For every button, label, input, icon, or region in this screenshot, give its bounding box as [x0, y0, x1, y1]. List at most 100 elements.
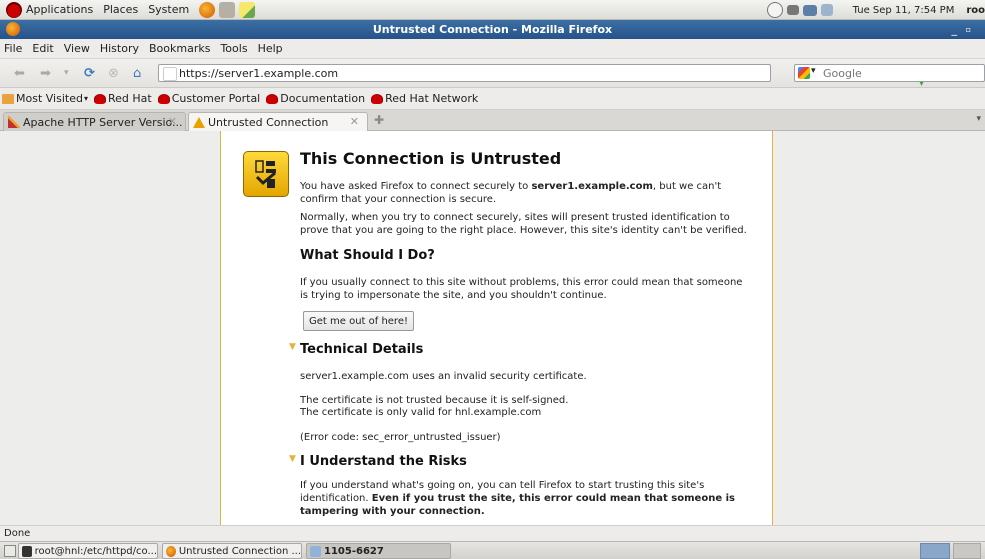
- minimize-button[interactable]: _: [952, 20, 958, 39]
- task-label: 1105-6627: [324, 545, 384, 557]
- site-identity-icon[interactable]: [163, 67, 177, 81]
- task-label: Untrusted Connection ...: [178, 545, 301, 557]
- apache-feather-icon: [8, 116, 20, 128]
- menu-tools[interactable]: Tools: [220, 42, 247, 55]
- home-icon[interactable]: ⌂: [133, 66, 141, 81]
- redhat-icon: [93, 93, 106, 104]
- system-menu[interactable]: System: [148, 3, 189, 16]
- user-icon[interactable]: [820, 4, 833, 16]
- technical-line: server1.example.com uses an invalid secu…: [300, 371, 587, 382]
- get-me-out-button[interactable]: Get me out of here!: [303, 311, 414, 331]
- error-page: This Connection is Untrusted You have as…: [220, 131, 773, 525]
- menu-help[interactable]: Help: [258, 42, 283, 55]
- new-tab-icon[interactable]: ✚: [374, 113, 384, 127]
- menu-edit[interactable]: Edit: [32, 42, 53, 55]
- bookmark-red-hat-network[interactable]: Red Hat Network: [371, 92, 478, 105]
- close-tab-icon[interactable]: ✕: [350, 115, 359, 128]
- stop-icon[interactable]: ⊗: [108, 66, 119, 81]
- folder-icon: [310, 545, 321, 557]
- show-desktop-icon[interactable]: [4, 545, 16, 557]
- normally-paragraph: Normally, when you try to connect secure…: [300, 212, 747, 236]
- tab-strip: Apache HTTP Server Versio... ✕ Untrusted…: [0, 110, 985, 131]
- maximize-button[interactable]: ▫: [966, 20, 971, 39]
- risks-paragraph: If you understand what's going on, you c…: [300, 479, 750, 518]
- clock[interactable]: Tue Sep 11, 7:54 PM: [853, 5, 955, 16]
- firefox-launcher-icon[interactable]: [199, 1, 216, 18]
- intro-text: You have asked Firefox to connect secure…: [300, 181, 532, 192]
- expand-risks-icon[interactable]: ▼: [289, 454, 296, 464]
- google-engine-icon[interactable]: [798, 67, 810, 79]
- editor-launcher-icon[interactable]: [239, 1, 256, 18]
- task-firefox[interactable]: Untrusted Connection ...: [162, 543, 302, 559]
- redhat-icon: [371, 93, 384, 104]
- terminal-icon: [22, 545, 32, 557]
- task-folder[interactable]: 1105-6627: [306, 543, 451, 559]
- what-should-i-do-heading: What Should I Do?: [300, 248, 435, 263]
- workspace-switcher[interactable]: [920, 543, 950, 559]
- intro-paragraph: You have asked Firefox to connect secure…: [300, 180, 750, 206]
- close-tab-icon[interactable]: ✕: [168, 115, 177, 128]
- applications-menu[interactable]: Applications: [26, 3, 93, 16]
- taskbar: root@hnl:/etc/httpd/co... Untrusted Conn…: [0, 541, 985, 559]
- menu-file[interactable]: File: [4, 42, 22, 55]
- reload-icon[interactable]: ⟳: [84, 66, 95, 81]
- user-menu[interactable]: roo: [966, 5, 985, 16]
- status-text: Done: [4, 528, 31, 539]
- warning-icon: [193, 116, 205, 128]
- menu-view[interactable]: View: [64, 42, 90, 55]
- bookmark-customer-portal[interactable]: Customer Portal: [157, 92, 260, 105]
- technical-line: The certificate is only valid for hnl.ex…: [300, 407, 542, 418]
- volume-icon[interactable]: [786, 5, 799, 15]
- intro-host: server1.example.com: [531, 181, 653, 192]
- bookmark-label: Red Hat Network: [385, 92, 479, 105]
- tab-apache[interactable]: Apache HTTP Server Versio... ✕: [3, 112, 186, 131]
- search-bar[interactable]: ▾: [794, 64, 985, 82]
- forward-arrow-icon[interactable]: ➡: [40, 66, 51, 81]
- menu-bar: File Edit View History Bookmarks Tools H…: [0, 39, 985, 59]
- task-label: root@hnl:/etc/httpd/co...: [34, 545, 157, 557]
- updates-icon[interactable]: [766, 2, 783, 18]
- redhat-icon: [266, 93, 279, 104]
- officer-figure-icon: [255, 160, 276, 188]
- bookmark-documentation[interactable]: Documentation: [266, 92, 365, 105]
- chevron-down-icon: ▾: [83, 94, 88, 103]
- task-terminal[interactable]: root@hnl:/etc/httpd/co...: [18, 543, 158, 559]
- menu-history[interactable]: History: [100, 42, 139, 55]
- navigation-toolbar: ⬅ ➡ ▾ ⟳ ⊗ ⌂ ▶ ▾ ▾: [0, 59, 985, 89]
- tab-untrusted-connection[interactable]: Untrusted Connection ✕: [188, 112, 368, 131]
- what-paragraph: If you usually connect to this site with…: [300, 277, 743, 301]
- redhat-icon: [157, 93, 170, 104]
- tab-label: Untrusted Connection: [208, 115, 329, 129]
- window-title: Untrusted Connection - Mozilla Firefox: [372, 23, 613, 36]
- tab-list-icon[interactable]: ▾: [976, 114, 981, 124]
- bookmark-red-hat[interactable]: Red Hat: [93, 92, 152, 105]
- bookmarks-toolbar: Most Visited ▾ Red Hat Customer Portal Do…: [0, 88, 985, 110]
- page-viewport: This Connection is Untrusted You have as…: [0, 131, 985, 525]
- page-title: This Connection is Untrusted: [300, 149, 562, 168]
- back-arrow-icon[interactable]: ⬅: [14, 66, 25, 81]
- workspace-switcher-2[interactable]: [953, 543, 981, 559]
- redhat-logo-icon[interactable]: [6, 1, 22, 18]
- tab-label: Apache HTTP Server Versio...: [23, 115, 183, 129]
- history-dropdown-icon[interactable]: ▾: [64, 68, 69, 78]
- places-menu[interactable]: Places: [103, 3, 138, 16]
- top-panel: Applications Places System Tue Sep 11, 7…: [0, 0, 985, 20]
- address-bar[interactable]: ▶ ▾: [158, 64, 927, 89]
- bookmark-label: Red Hat: [107, 92, 152, 105]
- search-input[interactable]: [823, 65, 973, 81]
- understand-risks-heading[interactable]: I Understand the Risks: [300, 454, 467, 469]
- technical-details-heading[interactable]: Technical Details: [300, 342, 423, 357]
- error-code: (Error code: sec_error_untrusted_issuer): [300, 432, 501, 443]
- window-titlebar[interactable]: Untrusted Connection - Mozilla Firefox _…: [0, 20, 985, 39]
- bookmark-label: Most Visited: [16, 92, 83, 105]
- url-input[interactable]: [179, 65, 739, 81]
- expand-technical-icon[interactable]: ▼: [289, 342, 296, 352]
- security-officer-icon: [243, 151, 289, 197]
- menu-bookmarks[interactable]: Bookmarks: [149, 42, 210, 55]
- engine-dropdown-icon[interactable]: ▾: [811, 66, 816, 76]
- network-icon[interactable]: [802, 4, 817, 16]
- folder-icon: [2, 93, 14, 104]
- firefox-window-icon[interactable]: [6, 22, 20, 36]
- settings-launcher-icon[interactable]: [219, 1, 236, 18]
- bookmark-most-visited[interactable]: Most Visited ▾: [2, 92, 88, 105]
